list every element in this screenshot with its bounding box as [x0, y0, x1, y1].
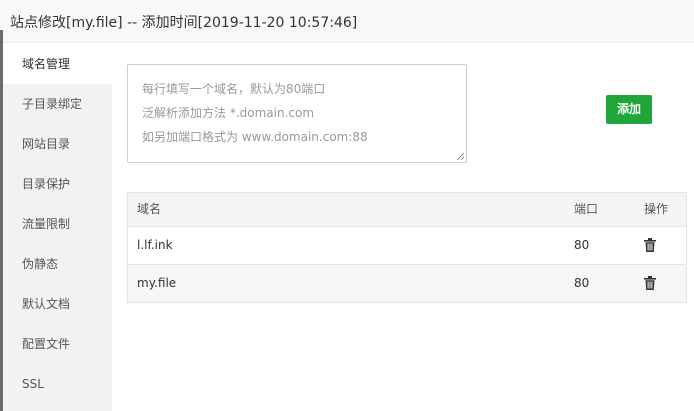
- site-edit-dialog: 站点修改[my.file] -- 添加时间[2019-11-20 10:57:4…: [0, 0, 694, 411]
- table-row: l.lf.ink 80: [128, 227, 686, 265]
- sidebar-item-rewrite[interactable]: 伪静态: [3, 244, 112, 284]
- sidebar-item-directory-protection[interactable]: 目录保护: [3, 164, 112, 204]
- add-domain-button[interactable]: 添加: [606, 95, 652, 124]
- header-port: 端口: [574, 202, 599, 216]
- dialog-titlebar[interactable]: 站点修改[my.file] -- 添加时间[2019-11-20 10:57:4…: [0, 0, 694, 43]
- sidebar-item-traffic-limit[interactable]: 流量限制: [3, 204, 112, 244]
- sidebar-item-default-document[interactable]: 默认文档: [3, 284, 112, 324]
- domain-textarea[interactable]: 每行填写一个域名，默认为80端口 泛解析添加方法 *.domain.com 如另…: [127, 64, 467, 163]
- resize-grip-icon[interactable]: [457, 153, 464, 160]
- sidebar-item-config-file[interactable]: 配置文件: [3, 324, 112, 364]
- table-row: my.file 80: [128, 265, 686, 302]
- row-domain: my.file: [137, 276, 177, 290]
- sidebar-item-ssl[interactable]: SSL: [3, 364, 112, 404]
- table-header: 域名 端口 操作: [128, 193, 686, 227]
- trash-icon[interactable]: [644, 276, 656, 290]
- placeholder-line: 每行填写一个域名，默认为80端口: [142, 82, 326, 96]
- placeholder-line: 泛解析添加方法 *.domain.com: [142, 106, 315, 120]
- sidebar: 域名管理 子目录绑定 网站目录 目录保护 流量限制 伪静态 默认文档 配置文件 …: [3, 44, 112, 411]
- row-port: 80: [574, 238, 590, 252]
- row-port: 80: [574, 276, 590, 290]
- trash-icon[interactable]: [644, 238, 656, 252]
- header-domain: 域名: [137, 202, 162, 216]
- dialog-title: 站点修改[my.file] -- 添加时间[2019-11-20 10:57:4…: [10, 15, 358, 31]
- domain-table: 域名 端口 操作 l.lf.ink 80 my.file 80: [127, 192, 687, 303]
- header-action: 操作: [644, 202, 669, 216]
- sidebar-item-site-directory[interactable]: 网站目录: [3, 124, 112, 164]
- placeholder-line: 如另加端口格式为 www.domain.com:88: [142, 130, 368, 144]
- sidebar-item-domain-management[interactable]: 域名管理: [3, 44, 112, 84]
- sidebar-item-subdirectory-binding[interactable]: 子目录绑定: [3, 84, 112, 124]
- main-panel: 每行填写一个域名，默认为80端口 泛解析添加方法 *.domain.com 如另…: [112, 44, 694, 411]
- row-domain: l.lf.ink: [137, 238, 173, 252]
